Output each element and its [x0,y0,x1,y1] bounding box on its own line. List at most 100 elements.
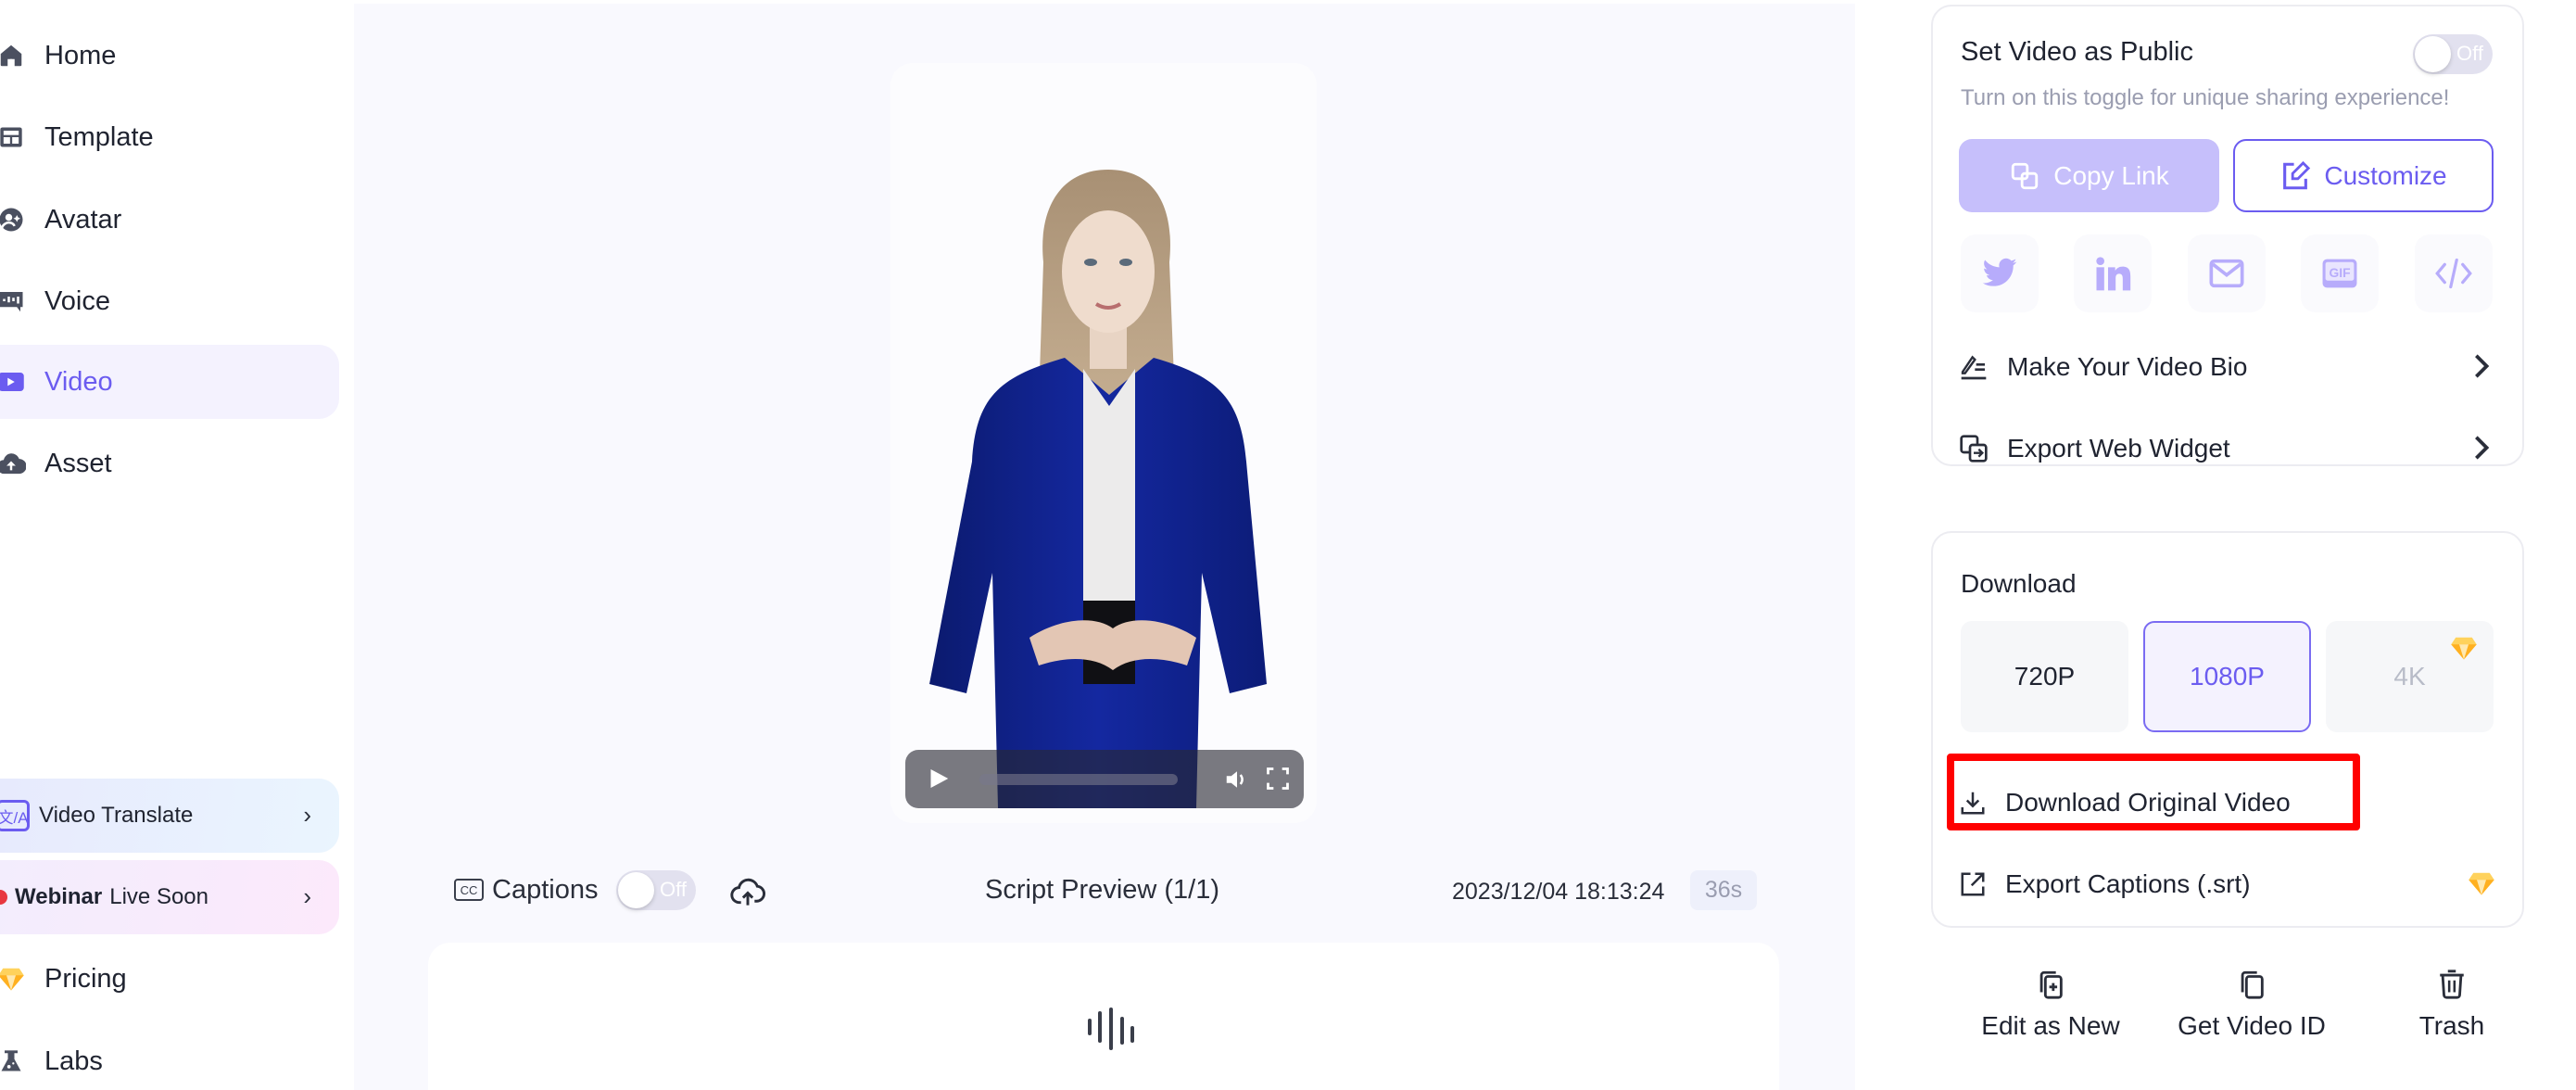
chevron-right-icon: › [303,882,311,910]
svg-text:CC: CC [461,883,478,897]
pen-lines-icon [1961,355,1987,380]
export-web-widget-label: Export Web Widget [2007,434,2230,463]
cloud-upload-icon [730,878,765,906]
trash-icon [2440,970,2464,999]
edit-as-new-label: Edit as New [1981,1011,2120,1040]
trash-button[interactable]: Trash [2359,969,2544,1041]
waveform-icon [1086,1008,1136,1050]
volume-icon [1226,771,1244,788]
share-email-button[interactable] [2188,234,2266,312]
get-video-id-label: Get Video ID [2178,1011,2326,1040]
share-linkedin-button[interactable] [2074,234,2152,312]
copy-icon [2241,970,2264,999]
share-gif-button[interactable]: GIF [2301,234,2379,312]
public-title: Set Video as Public [1961,37,2193,67]
copy-icon [2009,160,2040,192]
sidebar-item-asset[interactable]: Asset [0,426,339,501]
resolution-4k-label: 4K [2393,662,2426,691]
sidebar-item-label: Avatar [44,204,122,234]
translate-icon: 文/A [0,800,30,831]
premium-diamond-icon [2449,634,2479,662]
export-captions-button[interactable]: Export Captions (.srt) [1959,858,2496,910]
video-controls [905,750,1304,808]
sidebar-item-voice[interactable]: Voice [0,264,339,338]
sidebar-item-label: Template [44,121,154,152]
video-translate-label: Video Translate [39,803,194,828]
home-icon [0,41,26,70]
svg-text:GIF: GIF [2329,265,2350,280]
resolution-1080p[interactable]: 1080P [2143,621,2311,732]
chevron-right-icon [2475,436,2490,460]
play-icon [930,769,949,788]
live-dot-icon [0,890,7,905]
cc-icon: CC [454,879,484,901]
script-preview-card [428,943,1779,1090]
premium-diamond-icon [2469,872,2494,895]
sidebar-item-label: Home [44,40,117,70]
copy-link-button[interactable]: Copy Link [1959,139,2219,212]
sidebar-item-template[interactable]: Template [0,100,339,174]
webinar-bold-label: Webinar [15,884,103,909]
sidebar-item-label: Video [44,366,113,397]
video-translate-banner[interactable]: 文/A Video Translate › [0,779,339,853]
chevron-right-icon [2475,354,2490,378]
toggle-knob [2415,36,2451,72]
make-video-bio-label: Make Your Video Bio [2007,352,2248,381]
share-embed-button[interactable] [2415,234,2493,312]
duration-badge: 36s [1690,870,1757,910]
video-timestamp: 2023/12/04 18:13:24 [1452,879,1665,905]
edit-icon [2279,160,2311,192]
customize-label: Customize [2324,160,2447,190]
download-title: Download [1961,569,2077,598]
copy-link-label: Copy Link [2053,160,2169,190]
get-video-id-button[interactable]: Get Video ID [2159,969,2344,1041]
twitter-icon [1982,258,2017,286]
public-toggle[interactable]: Off [2413,34,2493,74]
resolution-720p[interactable]: 720P [1961,621,2128,732]
fullscreen-icon [1267,767,1289,790]
gif-icon: GIF [2322,259,2357,288]
duplicate-plus-icon [2039,970,2063,999]
toggle-state: Off [2456,42,2483,65]
fullscreen-button[interactable] [1265,766,1291,792]
script-preview-label: Script Preview (1/1) [985,875,1220,905]
webinar-banner[interactable]: Webinar Live Soon › [0,860,339,934]
widget-export-icon [1960,435,1988,463]
video-icon [0,367,26,397]
sidebar-item-label: Pricing [44,963,127,994]
voice-icon [0,286,26,316]
captions-toggle[interactable]: Off [616,870,696,910]
mail-icon [2209,259,2244,288]
trash-label: Trash [2418,1011,2485,1040]
toggle-state: Off [660,878,687,901]
sidebar-item-avatar[interactable]: Avatar [0,183,339,257]
webinar-label: Live Soon [109,884,208,909]
edit-as-new-button[interactable]: Edit as New [1958,969,2143,1041]
code-icon [2435,258,2472,289]
play-button[interactable] [924,765,952,792]
captions-label: Captions [492,875,599,905]
upload-captions-button[interactable] [730,875,765,908]
chevron-right-icon: › [303,801,311,829]
sidebar-item-home[interactable]: Home [0,19,339,93]
sidebar-item-labs[interactable]: Labs [0,1024,339,1090]
progress-bar[interactable] [979,774,1178,785]
customize-button[interactable]: Customize [2233,139,2494,212]
highlight-box [1947,754,2360,830]
export-captions-label: Export Captions (.srt) [2005,869,2251,898]
flask-icon [0,1046,26,1076]
video-preview[interactable] [890,63,1317,823]
sidebar-item-label: Labs [44,1046,103,1076]
export-web-widget-link[interactable]: Export Web Widget [1959,423,2496,475]
share-twitter-button[interactable] [1961,234,2039,312]
sidebar-item-pricing[interactable]: Pricing [0,942,339,1016]
sidebar-item-label: Asset [44,448,112,478]
linkedin-icon [2096,257,2131,291]
sidebar-item-video[interactable]: Video [0,345,339,419]
public-subtitle: Turn on this toggle for unique sharing e… [1961,85,2450,110]
make-video-bio-link[interactable]: Make Your Video Bio [1959,341,2496,393]
diamond-icon [0,964,26,994]
sidebar-item-label: Voice [44,285,110,316]
cloud-upload-icon [0,449,26,478]
volume-button[interactable] [1223,766,1251,793]
